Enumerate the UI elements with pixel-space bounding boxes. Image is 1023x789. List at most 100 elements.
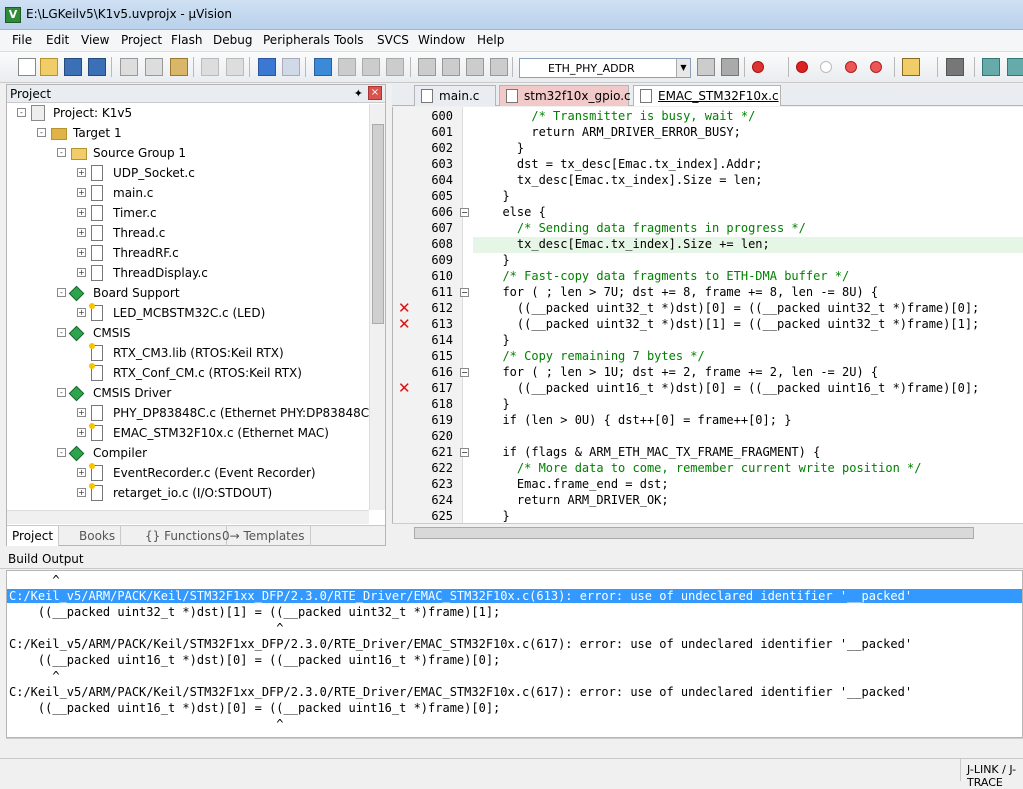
panel-tab-2[interactable]: {} Functions [140, 526, 228, 546]
panel-tab-0[interactable]: Project [7, 526, 60, 546]
menu-edit[interactable]: Edit [46, 33, 69, 47]
prev-bookmark-icon[interactable] [338, 58, 356, 76]
project-panel-header: Project ✦ × [7, 85, 385, 103]
editor-tab-label: stm32f10x_gpio.c [524, 89, 631, 103]
menu-debug[interactable]: Debug [213, 33, 252, 47]
build-output-line[interactable]: C:/Keil_v5/ARM/PACK/Keil/STM32F1xx_DFP/2… [9, 685, 912, 699]
line-number: 611 [431, 285, 453, 299]
menu-file[interactable]: File [12, 33, 32, 47]
line-number: 620 [431, 429, 453, 443]
build-output-line[interactable]: ^ [9, 621, 283, 635]
back-icon[interactable] [258, 58, 276, 76]
fold-collapse-icon[interactable]: − [460, 368, 469, 377]
build-output-line[interactable]: ((__packed uint32_t *)dst)[1] = ((__pack… [9, 605, 500, 619]
menu-window[interactable]: Window [418, 33, 465, 47]
expand-icon[interactable]: + [77, 468, 86, 477]
window-layout-icon[interactable] [902, 58, 920, 76]
editor-tab-stm32f10x_gpio.c[interactable]: stm32f10x_gpio.c [499, 85, 631, 106]
file-icon [421, 89, 433, 103]
disable-breakpoint-icon[interactable] [820, 61, 832, 73]
close-icon[interactable]: × [368, 86, 382, 100]
breakpoint-icon[interactable] [796, 61, 808, 73]
build-output-line[interactable]: ^ [9, 573, 59, 587]
manage-rte-icon[interactable] [982, 58, 1000, 76]
menu-peripherals[interactable]: Peripherals [263, 33, 330, 47]
collapse-icon[interactable]: - [57, 388, 66, 397]
comment-icon[interactable] [466, 58, 484, 76]
unindent-icon[interactable] [442, 58, 460, 76]
expand-icon[interactable]: + [77, 408, 86, 417]
collapse-icon[interactable]: - [17, 108, 26, 117]
build-horizontal-scrollbar[interactable] [6, 738, 1023, 752]
clear-bookmarks-icon[interactable] [386, 58, 404, 76]
new-file-icon[interactable] [18, 58, 36, 76]
menu-project[interactable]: Project [121, 33, 162, 47]
build-output-line[interactable]: ^ [9, 669, 59, 683]
collapse-icon[interactable]: - [57, 148, 66, 157]
panel-tab-1[interactable]: Books [74, 526, 122, 546]
line-number: 615 [431, 349, 453, 363]
menu-tools[interactable]: Tools [334, 33, 364, 47]
chevron-down-icon[interactable]: ▼ [676, 59, 690, 77]
bookmark-icon[interactable] [314, 58, 332, 76]
scroll-thumb[interactable] [372, 124, 384, 324]
panel-tab-3[interactable]: 0→ Templates [217, 526, 311, 546]
editor-tab-main.c[interactable]: main.c [414, 85, 496, 106]
forward-icon[interactable] [282, 58, 300, 76]
open-icon[interactable] [40, 58, 58, 76]
save-icon[interactable] [64, 58, 82, 76]
expand-icon[interactable]: + [77, 308, 86, 317]
kill-all-breakpoints-icon[interactable] [870, 61, 882, 73]
collapse-icon[interactable]: - [37, 128, 46, 137]
menu-view[interactable]: View [81, 33, 109, 47]
expand-icon[interactable]: + [77, 188, 86, 197]
expand-icon[interactable]: + [77, 428, 86, 437]
menu-flash[interactable]: Flash [171, 33, 202, 47]
fold-collapse-icon[interactable]: − [460, 448, 469, 457]
copy-icon[interactable] [145, 58, 163, 76]
tree-horizontal-scrollbar[interactable] [7, 510, 369, 524]
editor-horizontal-scrollbar[interactable] [392, 523, 1023, 541]
scroll-thumb[interactable] [414, 527, 974, 539]
pin-icon[interactable]: ✦ [354, 87, 363, 100]
indent-icon[interactable] [418, 58, 436, 76]
uncomment-icon[interactable] [490, 58, 508, 76]
undo-icon[interactable] [201, 58, 219, 76]
build-output-line[interactable]: C:/Keil_v5/ARM/PACK/Keil/STM32F1xx_DFP/2… [9, 637, 912, 651]
redo-icon[interactable] [226, 58, 244, 76]
debug-session-icon[interactable] [752, 61, 764, 73]
tree-vertical-scrollbar[interactable] [369, 104, 385, 510]
editor-tab-EMAC_STM32F10x.c[interactable]: EMAC_STM32F10x.c [633, 85, 781, 106]
incremental-find-icon[interactable] [721, 58, 739, 76]
expand-icon[interactable]: + [77, 228, 86, 237]
code-editor[interactable]: 600 601 602 603 604 605 606 607 608 609 610 611 612 ✕… [392, 107, 1023, 523]
expand-icon[interactable]: + [77, 488, 86, 497]
collapse-icon[interactable]: - [57, 448, 66, 457]
menu-help[interactable]: Help [477, 33, 504, 47]
pack-installer-icon[interactable] [1007, 58, 1023, 76]
expand-icon[interactable]: + [77, 248, 86, 257]
build-output-line[interactable]: ((__packed uint16_t *)dst)[0] = ((__pack… [9, 653, 500, 667]
fold-collapse-icon[interactable]: − [460, 288, 469, 297]
build-output-line[interactable]: C:/Keil_v5/ARM/PACK/Keil/STM32F1xx_DFP/2… [7, 589, 1022, 603]
fold-collapse-icon[interactable]: − [460, 208, 469, 217]
tree-item-label: RTX_Conf_CM.c (RTOS:Keil RTX) [113, 366, 302, 380]
expand-icon[interactable]: + [77, 268, 86, 277]
cut-icon[interactable] [120, 58, 138, 76]
build-output-text[interactable]: ^ C:/Keil_v5/ARM/PACK/Keil/STM32F1xx_DFP/… [6, 570, 1023, 738]
collapse-icon[interactable]: - [57, 288, 66, 297]
next-bookmark-icon[interactable] [362, 58, 380, 76]
save-all-icon[interactable] [88, 58, 106, 76]
menu-svcs[interactable]: SVCS [377, 33, 409, 47]
paste-icon[interactable] [170, 58, 188, 76]
expand-icon[interactable]: + [77, 208, 86, 217]
collapse-icon[interactable]: - [57, 328, 66, 337]
build-output-line[interactable]: ^ [9, 717, 283, 731]
tree-item-label: CMSIS [93, 326, 131, 340]
expand-icon[interactable]: + [77, 168, 86, 177]
find-in-files-icon[interactable] [697, 58, 715, 76]
build-output-line[interactable]: ((__packed uint16_t *)dst)[0] = ((__pack… [9, 701, 500, 715]
kill-breakpoints-icon[interactable] [845, 61, 857, 73]
configure-icon[interactable] [946, 58, 964, 76]
find-combo[interactable]: ETH_PHY_ADDR ▼ [519, 58, 691, 78]
